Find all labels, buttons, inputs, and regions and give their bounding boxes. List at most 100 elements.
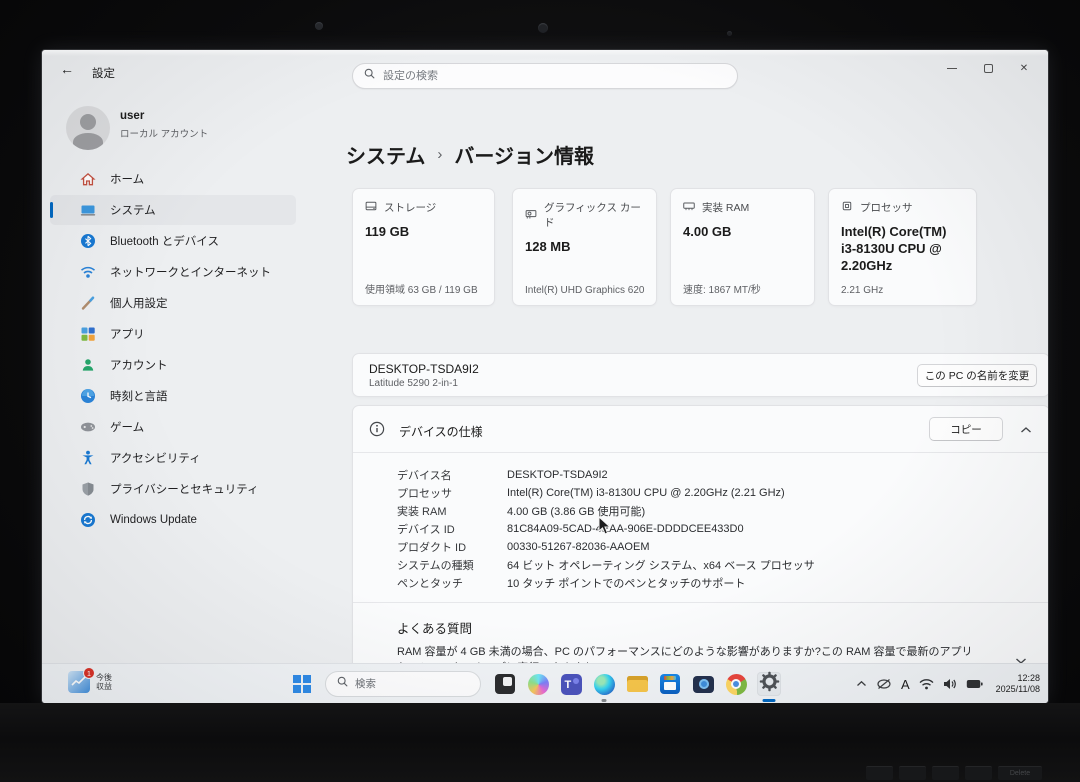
sidebar-item-bluetooth-devices[interactable]: Bluetooth とデバイス	[50, 226, 296, 256]
breadcrumb-separator-icon: ›	[437, 146, 442, 163]
gaming-icon	[80, 419, 96, 435]
spec-label: プロダクト ID	[397, 539, 507, 555]
clock[interactable]: 12:28 2025/11/08	[992, 673, 1040, 695]
sidebar-item-accessibility[interactable]: アクセシビリティ	[50, 443, 296, 473]
start-button[interactable]	[290, 672, 314, 696]
summary-card-storage: ストレージ 119 GB 使用領域 63 GB / 119 GB	[352, 188, 495, 306]
windows-update-icon	[80, 512, 96, 528]
taskbar-app-copilot[interactable]	[526, 672, 550, 696]
active-indicator	[763, 699, 776, 702]
hidden-icons-chevron-icon[interactable]	[856, 680, 867, 688]
widgets-icon: 1	[68, 671, 90, 693]
privacy-security-icon	[80, 481, 96, 497]
spec-label: ペンとタッチ	[397, 575, 507, 591]
system-tray: A 12:28 2025/11/08	[856, 664, 1040, 703]
sidebar-item-accounts[interactable]: アカウント	[50, 350, 296, 380]
restore-button[interactable]	[970, 56, 1006, 80]
ime-mode-indicator[interactable]: A	[901, 677, 910, 692]
search-icon	[363, 67, 376, 85]
taskbar-app-file-explorer[interactable]	[625, 672, 649, 696]
taskbar-app-camera[interactable]	[691, 672, 715, 696]
device-specs-title: デバイスの仕様	[399, 423, 483, 440]
taskbar-app-teams[interactable]: T	[559, 672, 583, 696]
delete-key: Delete	[998, 766, 1042, 780]
sidebar-item-privacy-security[interactable]: プライバシーとセキュリティ	[50, 474, 296, 504]
sidebar-item-label: アプリ	[110, 326, 145, 342]
sidebar-item-label: アクセシビリティ	[110, 450, 201, 466]
taskbar-app-chrome[interactable]	[724, 672, 748, 696]
sidebar-item-personalization[interactable]: 個人用設定	[50, 288, 296, 318]
cpu-icon	[841, 200, 853, 215]
personalization-icon	[80, 295, 96, 311]
bluetooth-devices-icon	[80, 233, 96, 249]
taskbar-app-edge[interactable]	[592, 672, 616, 696]
copy-button[interactable]: コピー	[929, 417, 1003, 441]
device-model: Latitude 5290 2-in-1	[369, 378, 458, 389]
card-footer: 速度: 1867 MT/秒	[683, 281, 761, 296]
sidebar-item-apps[interactable]: アプリ	[50, 319, 296, 349]
minimize-button[interactable]	[934, 56, 970, 80]
spec-row: システムの種類 64 ビット オペレーティング システム、x64 ベース プロセ…	[397, 556, 815, 574]
taskbar-app-task-view[interactable]	[493, 672, 517, 696]
avatar[interactable]	[66, 106, 110, 150]
teams-icon: T	[561, 674, 582, 695]
breadcrumb: システム › バージョン情報	[346, 140, 594, 169]
rename-pc-button[interactable]: この PC の名前を変更	[917, 364, 1037, 387]
eye-slash-icon[interactable]	[876, 678, 892, 690]
spec-value: DESKTOP-TSDA9I2	[507, 469, 608, 481]
sidebar-item-windows-update[interactable]: Windows Update	[50, 505, 296, 535]
copilot-icon	[528, 674, 549, 695]
sidebar-item-label: ネットワークとインターネット	[110, 264, 271, 280]
close-button[interactable]: ✕	[1006, 56, 1042, 80]
widgets-button[interactable]: 1 今後収益	[68, 671, 112, 693]
sidebar-item-label: プライバシーとセキュリティ	[110, 481, 259, 497]
card-footer: Intel(R) UHD Graphics 620	[525, 285, 644, 296]
search-icon	[336, 675, 349, 693]
taskbar-app-store[interactable]	[658, 672, 682, 696]
sidebar-item-label: アカウント	[110, 357, 168, 373]
time-language-icon	[80, 388, 96, 404]
sidebar-item-label: ゲーム	[110, 419, 144, 435]
device-name: DESKTOP-TSDA9I2	[369, 362, 479, 376]
notification-badge: 1	[83, 667, 95, 679]
spec-value: 4.00 GB (3.86 GB 使用可能)	[507, 503, 645, 519]
card-value: Intel(R) Core(TM) i3-8130U CPU @ 2.20GHz	[841, 223, 964, 274]
settings-search-input[interactable]	[383, 70, 727, 82]
app-title: 設定	[92, 65, 115, 81]
accessibility-icon	[80, 450, 96, 466]
camera-icon	[693, 676, 714, 693]
task-view-icon	[495, 674, 515, 694]
sidebar-item-gaming[interactable]: ゲーム	[50, 412, 296, 442]
settings-search-box[interactable]	[352, 63, 738, 89]
sidebar-item-system[interactable]: システム	[50, 195, 296, 225]
taskbar-app-settings[interactable]	[757, 672, 781, 696]
sidebar-item-label: Windows Update	[110, 514, 197, 526]
taskbar-search-input[interactable]	[355, 678, 455, 690]
settings-sidebar: user ローカル アカウント ホーム システム Bluetooth とデバイス…	[42, 92, 304, 663]
spec-label: デバイス名	[397, 467, 507, 483]
home-icon	[80, 171, 96, 187]
card-label: グラフィックス カード	[544, 200, 644, 230]
wifi-icon[interactable]	[919, 679, 934, 690]
sidebar-item-label: Bluetooth とデバイス	[110, 233, 219, 249]
sidebar-item-network-internet[interactable]: ネットワークとインターネット	[50, 257, 296, 287]
spec-label: 実装 RAM	[397, 503, 507, 519]
breadcrumb-system[interactable]: システム	[346, 140, 425, 169]
user-name: user	[120, 110, 144, 122]
battery-icon[interactable]	[966, 679, 983, 689]
taskbar-search-box[interactable]	[325, 671, 481, 697]
back-button[interactable]: ←	[60, 61, 74, 77]
sidebar-item-time-language[interactable]: 時刻と言語	[50, 381, 296, 411]
spec-row: 実装 RAM 4.00 GB (3.86 GB 使用可能)	[397, 502, 815, 520]
sidebar-item-home[interactable]: ホーム	[50, 164, 296, 194]
device-specs-panel: デバイスの仕様 コピー デバイス名 DESKTOP-TSDA9I2プロセッサ I…	[352, 405, 1048, 697]
bezel-sensor-dot	[315, 22, 323, 30]
summary-card-processor: プロセッサ Intel(R) Core(TM) i3-8130U CPU @ 2…	[828, 188, 977, 306]
card-label: ストレージ	[384, 200, 436, 215]
user-account-type: ローカル アカウント	[120, 126, 208, 140]
volume-icon[interactable]	[943, 678, 957, 690]
windows-logo-icon	[293, 675, 311, 693]
spec-row: デバイス ID 81C84A09-5CAD-4EAA-906E-DDDDCEE4…	[397, 520, 815, 538]
card-value: 4.00 GB	[683, 223, 802, 240]
chevron-up-icon[interactable]	[1017, 421, 1035, 439]
